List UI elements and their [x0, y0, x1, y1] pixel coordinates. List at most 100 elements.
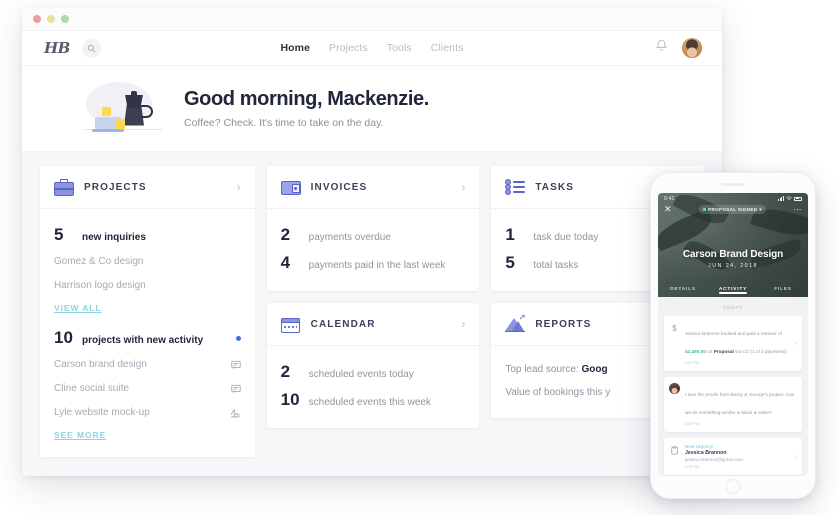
window-close-button[interactable] — [33, 15, 41, 23]
comment-icon[interactable] — [231, 384, 241, 394]
calendar-card-header[interactable]: CALENDAR › — [266, 303, 480, 346]
contact-avatar — [669, 383, 680, 394]
nav-link-tools[interactable]: Tools — [387, 42, 412, 54]
stat-number: 2 — [280, 225, 291, 244]
signal-icon — [778, 196, 784, 201]
calendar-icon — [280, 315, 301, 333]
close-icon[interactable]: ✕ — [664, 205, 672, 214]
list-item[interactable]: Lyle website mock-up — [54, 400, 241, 424]
badge-label: PROPOSAL SIGNED — [708, 207, 758, 212]
projects-card-header[interactable]: PROJECTS › — [40, 166, 255, 209]
chevron-right-icon[interactable]: › — [237, 181, 241, 193]
nav-link-projects[interactable]: Projects — [329, 42, 368, 54]
status-badge[interactable]: PROPOSAL SIGNED ▾ — [699, 205, 766, 214]
timestamp: 4:54 PM — [685, 361, 700, 365]
tab-details[interactable]: DETAILS — [658, 287, 708, 292]
inquiry-name: Gomez & Co design — [54, 256, 144, 267]
invoices-stat-overdue: 2 payments overdue — [281, 221, 466, 249]
list-item[interactable]: Harrison logo design — [54, 273, 241, 297]
navbar-right-group — [655, 38, 702, 58]
page-title: Good morning, Mackenzie. — [184, 88, 429, 110]
status-badge — [235, 335, 241, 341]
chevron-right-icon[interactable]: › — [461, 318, 465, 330]
app-navbar: HB Home Projects Tools Clients — [22, 31, 722, 66]
invoices-stat-paid: 4 payments paid in the last week — [281, 249, 466, 277]
phone-activity-feed: TODAY $ Jessica Brannon booked and paid … — [658, 297, 808, 475]
invoices-card-body: 2 payments overdue 4 payments paid in th… — [267, 209, 480, 291]
hero-text: Good morning, Mackenzie. Coffee? Check. … — [184, 88, 429, 129]
phone-status-bar: 9:41 — [658, 193, 808, 204]
list-item[interactable]: Cline social suite — [54, 376, 241, 400]
projects-card: PROJECTS › 5 new inquiries Gomez & Co de… — [40, 166, 255, 457]
window-maximize-button[interactable] — [61, 15, 69, 23]
nav-link-clients[interactable]: Clients — [431, 42, 464, 54]
list-item[interactable]: I love the proofs from Becky & George's … — [664, 377, 802, 432]
phone-project-hero: 9:41 ✕ PROPOSAL SIGNED ▾ ⋯ Carson Brand … — [658, 193, 808, 297]
reports-card-title: REPORTS — [535, 318, 592, 330]
list-item[interactable]: $ Jessica Brannon booked and paid a reta… — [664, 316, 802, 371]
stat-number: 5 — [505, 253, 515, 272]
stat-label: total tasks — [533, 260, 579, 271]
window-minimize-button[interactable] — [47, 15, 55, 23]
bell-icon[interactable] — [655, 39, 668, 58]
coffee-moka-pot-illustration — [84, 80, 166, 138]
projects-activity-stat: 10 projects with new activity — [54, 324, 241, 352]
list-item[interactable]: New inquiry! Jessica Brannon jessica.bra… — [664, 438, 802, 475]
stat-label: new inquiries — [82, 232, 146, 243]
nav-link-home[interactable]: Home — [280, 42, 310, 54]
tab-activity[interactable]: ACTIVITY — [708, 287, 758, 294]
stat-number: 2 — [280, 362, 291, 381]
list-item[interactable]: Gomez & Co design — [54, 249, 241, 273]
payment-amount: $2,480.00 — [685, 349, 706, 354]
chevron-right-icon[interactable]: › — [795, 341, 797, 347]
stat-number: 10 — [54, 328, 73, 347]
stat-number: 4 — [280, 253, 291, 272]
brand-logo[interactable]: HB — [44, 39, 70, 57]
view-all-link[interactable]: VIEW ALL — [54, 297, 102, 313]
projects-new-inquiries-stat: 5 new inquiries — [54, 221, 241, 249]
project-name: Carson brand design — [54, 359, 147, 370]
stat-label: task due today — [533, 232, 599, 243]
projects-card-body: 5 new inquiries Gomez & Co design Harris… — [40, 209, 255, 457]
phone-home-button[interactable] — [725, 479, 741, 494]
battery-icon — [794, 196, 802, 201]
reports-lead-source-value: Goog — [581, 364, 608, 375]
inquiry-contact-name: Jessica Brannon — [685, 450, 727, 456]
calendar-stat-today: 2 scheduled events today — [281, 358, 466, 386]
comment-icon[interactable] — [231, 360, 241, 370]
tab-files[interactable]: FILES — [758, 287, 808, 292]
reports-lead-source-label: Top lead source: — [505, 364, 579, 375]
avatar[interactable] — [682, 38, 702, 58]
phone-speaker — [721, 183, 745, 186]
list-item[interactable]: Carson brand design — [54, 352, 241, 376]
payment-doc-type: Proposal — [713, 349, 734, 354]
search-icon[interactable] — [81, 38, 101, 58]
feed-day-separator: TODAY — [722, 305, 744, 310]
phone-top-bar: ✕ PROPOSAL SIGNED ▾ ⋯ — [658, 204, 808, 214]
new-inquiry-icon — [669, 444, 680, 455]
hero-greeting-section: Good morning, Mackenzie. Coffee? Check. … — [22, 66, 722, 152]
phone-mockup: 9:41 ✕ PROPOSAL SIGNED ▾ ⋯ Carson Brand … — [650, 172, 816, 499]
phone-project-date: JUN 24, 2018 — [708, 263, 758, 269]
stat-number: 5 — [54, 225, 64, 244]
screenshot-stage: HB Home Projects Tools Clients Good morn… — [0, 0, 840, 515]
chevron-right-icon[interactable]: › — [795, 454, 797, 460]
stat-number: 10 — [280, 390, 300, 409]
more-options-icon[interactable]: ⋯ — [794, 205, 803, 214]
dashboard-column-1: PROJECTS › 5 new inquiries Gomez & Co de… — [40, 166, 255, 462]
browser-window: HB Home Projects Tools Clients Good morn… — [22, 8, 722, 476]
stat-label: scheduled events today — [308, 369, 414, 380]
invoices-card-header[interactable]: INVOICES › — [266, 166, 480, 209]
see-more-link[interactable]: SEE MORE — [54, 424, 106, 440]
inquiry-label: New inquiry! — [685, 444, 714, 449]
calendar-stat-week: 10 scheduled events this week — [281, 386, 466, 414]
wifi-icon — [786, 196, 792, 200]
chevron-right-icon[interactable]: › — [461, 181, 465, 193]
signature-icon[interactable] — [230, 408, 241, 418]
briefcase-icon — [54, 178, 74, 196]
wallet-icon — [280, 178, 301, 196]
badge-square-icon — [703, 208, 707, 211]
task-list-icon — [505, 178, 526, 196]
phone-project-title: Carson Brand Design — [682, 249, 784, 260]
chart-icon — [505, 315, 526, 333]
